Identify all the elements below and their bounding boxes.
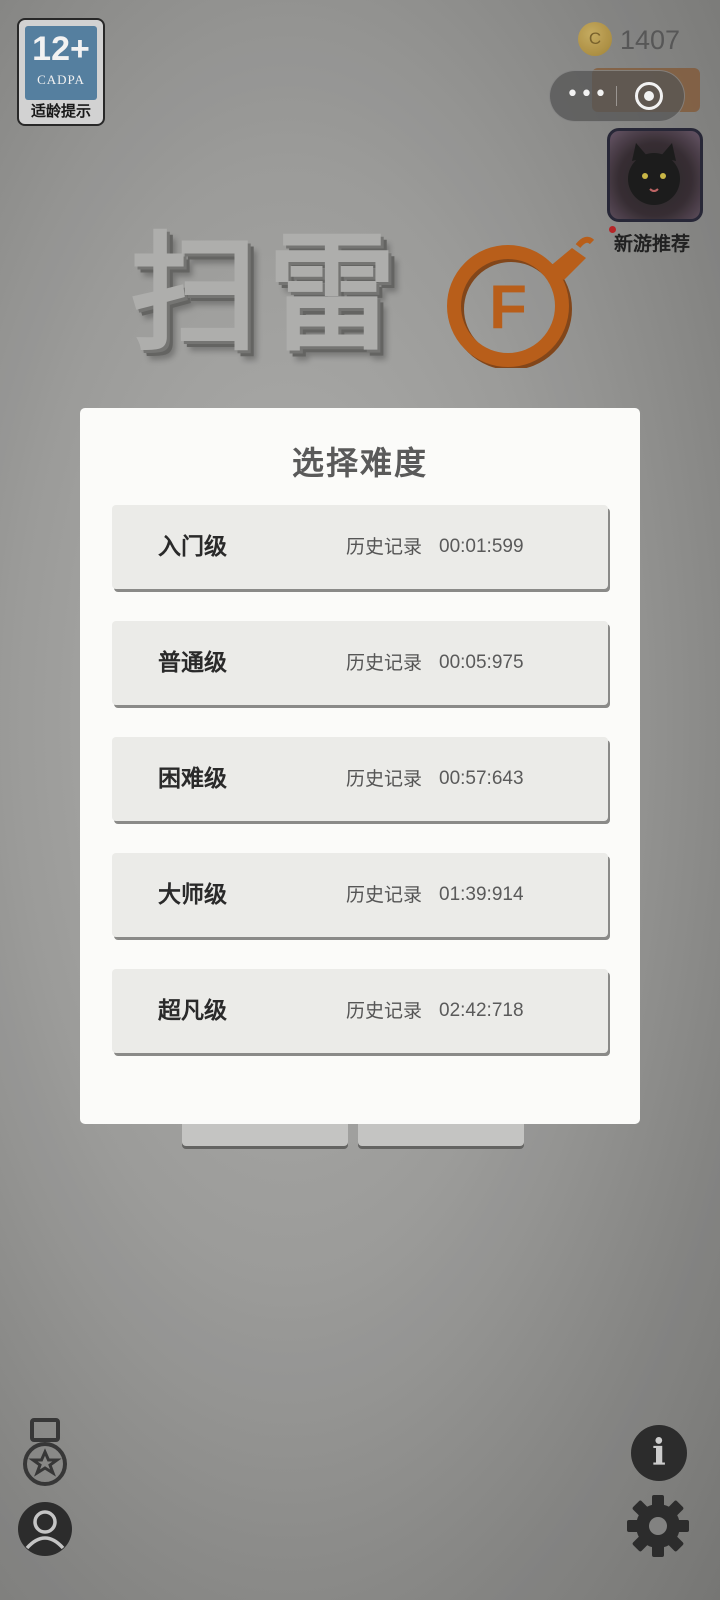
record-label: 历史记录 bbox=[346, 768, 423, 790]
level-name: 超凡级 bbox=[158, 998, 227, 1024]
level-row-extraordinary[interactable]: 超凡级 历史记录 02:42:718 bbox=[112, 969, 608, 1053]
record-label: 历史记录 bbox=[346, 536, 423, 558]
record-time: 00:57:643 bbox=[439, 768, 524, 789]
level-row-beginner[interactable]: 入门级 历史记录 00:01:599 bbox=[112, 505, 608, 589]
record-label: 历史记录 bbox=[346, 1000, 423, 1022]
level-name: 入门级 bbox=[158, 534, 227, 560]
record-time: 02:42:718 bbox=[439, 1000, 524, 1021]
level-row-master[interactable]: 大师级 历史记录 01:39:914 bbox=[112, 853, 608, 937]
level-name: 普通级 bbox=[158, 650, 227, 676]
record-label: 历史记录 bbox=[346, 652, 423, 674]
level-row-normal[interactable]: 普通级 历史记录 00:05:975 bbox=[112, 621, 608, 705]
dialog-title: 选择难度 bbox=[291, 444, 428, 482]
level-name: 困难级 bbox=[158, 766, 227, 792]
record-time: 01:39:914 bbox=[439, 884, 524, 905]
level-name: 大师级 bbox=[158, 882, 227, 908]
record-time: 00:01:599 bbox=[439, 536, 524, 557]
record-label: 历史记录 bbox=[346, 884, 423, 906]
record-time: 00:05:975 bbox=[439, 652, 524, 673]
difficulty-dialog: 选择难度 入门级 历史记录 00:01:599 普通级 历史记录 00:05:9… bbox=[80, 408, 640, 1124]
level-row-hard[interactable]: 困难级 历史记录 00:57:643 bbox=[112, 737, 608, 821]
